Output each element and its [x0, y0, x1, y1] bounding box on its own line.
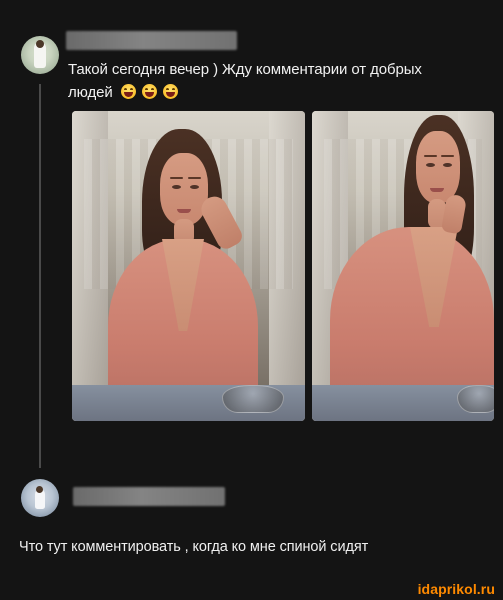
face: [416, 131, 460, 203]
mouth: [177, 209, 191, 213]
left-brow: [170, 177, 183, 179]
left-eye: [426, 163, 435, 167]
person-figure: [312, 111, 494, 421]
laughing-face-icon: [141, 84, 157, 99]
thread-line: [39, 84, 41, 468]
post-caption: Такой сегодня вечер ) Жду комментарии от…: [68, 58, 480, 104]
glass: [222, 385, 284, 413]
right-eye: [443, 163, 452, 167]
left-brow: [424, 155, 437, 157]
laughing-face-icon: [120, 84, 136, 99]
right-brow: [441, 155, 454, 157]
post-caption-line-1: Такой сегодня вечер ) Жду комментарии от…: [68, 61, 422, 78]
person-figure: [72, 111, 305, 421]
post-photo-2[interactable]: [312, 111, 494, 421]
laughing-face-icon: [162, 84, 178, 99]
post-photo-1[interactable]: [72, 111, 305, 421]
commenter-avatar[interactable]: [21, 479, 59, 517]
site-watermark: idaprikol.ru: [417, 581, 495, 597]
avatar-head: [36, 486, 43, 493]
mouth: [430, 188, 444, 192]
post-caption-line-2: людей: [68, 84, 113, 101]
commenter-name-redacted[interactable]: [73, 487, 225, 506]
emoji-row: [120, 84, 178, 99]
right-brow: [188, 177, 201, 179]
comment-text: Что тут комментировать , когда ко мне сп…: [19, 539, 369, 555]
left-eye: [172, 185, 181, 189]
post-author-avatar[interactable]: [21, 36, 59, 74]
right-eye: [190, 185, 199, 189]
glass: [457, 385, 494, 413]
social-post-screen: Такой сегодня вечер ) Жду комментарии от…: [0, 0, 503, 600]
face: [160, 153, 208, 225]
avatar-head: [36, 40, 44, 48]
post-author-name-redacted[interactable]: [66, 31, 237, 50]
